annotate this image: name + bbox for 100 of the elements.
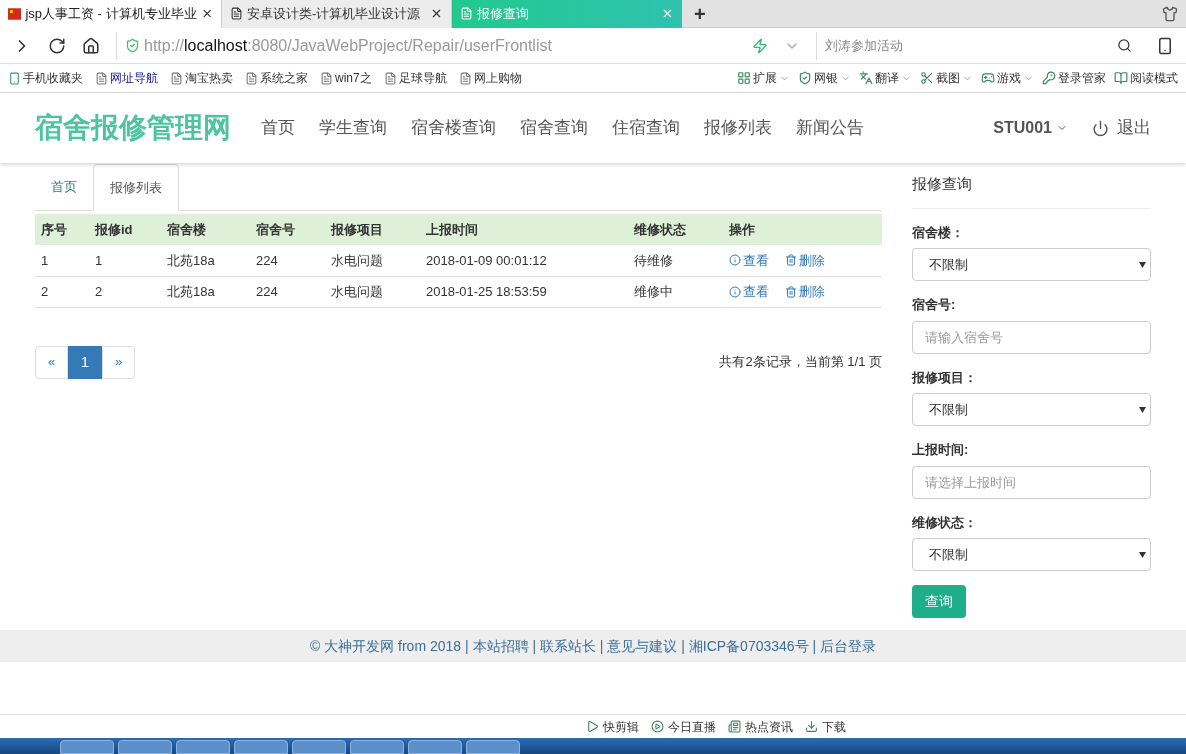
taskbar-button[interactable] (234, 740, 288, 754)
bookmark[interactable]: 手机收藏夹 (8, 69, 83, 87)
caret-icon (1139, 551, 1146, 558)
status-item[interactable]: 今日直播 (651, 717, 716, 736)
search-icon[interactable] (1117, 38, 1132, 53)
taskbar-button[interactable] (118, 740, 172, 754)
next-page-link[interactable]: » (102, 345, 135, 379)
nav-link[interactable]: 报修列表 (692, 115, 784, 141)
table-cell: 北苑18a (161, 245, 250, 276)
select-field[interactable]: 不限制 (912, 248, 1151, 281)
taskbar-button[interactable] (466, 740, 520, 754)
bookmark[interactable]: 网上购物 (458, 69, 522, 87)
column-header: 维修状态 (628, 214, 723, 245)
status-icon (651, 720, 664, 733)
close-icon[interactable] (200, 7, 213, 20)
address-field[interactable]: http://localhost:8080/JavaWebProject/Repair/userFrontlist (116, 31, 736, 60)
nav-link[interactable]: 新闻公告 (784, 115, 876, 141)
status-icon (586, 720, 599, 733)
taskbar-button[interactable] (408, 740, 462, 754)
status-item[interactable]: 下载 (805, 717, 846, 736)
table-cell: 1 (35, 245, 89, 276)
delete-link[interactable]: 删除 (785, 281, 825, 302)
logout-button[interactable]: 退出 (1092, 115, 1151, 141)
user-menu[interactable]: STU001 (993, 116, 1068, 140)
page-icon (460, 7, 473, 20)
search-field[interactable]: 刘涛参加活动 (816, 31, 1140, 60)
view-link[interactable]: 查看 (729, 281, 769, 302)
tool-icon (798, 71, 812, 85)
taskbar-button[interactable] (350, 740, 404, 754)
toolbar-item[interactable]: 扩展 (737, 69, 790, 87)
status-item[interactable]: 热点资讯 (728, 717, 793, 736)
delete-link[interactable]: 删除 (785, 250, 825, 270)
table-cell: 224 (250, 276, 325, 307)
info-icon (729, 285, 741, 298)
page-icon (458, 71, 472, 85)
status-item[interactable]: 快剪辑 (586, 717, 639, 736)
toolbar-item[interactable]: 网银 (798, 69, 851, 87)
browser-tab[interactable]: 安卓设计类-计算机毕业设计源 (222, 0, 452, 28)
select-field[interactable]: 不限制 (912, 393, 1151, 426)
page-icon (230, 7, 243, 20)
trash-icon (785, 254, 797, 267)
phone-icon[interactable] (1156, 36, 1174, 55)
panel-title: 报修查询 (912, 165, 1151, 209)
nav-link[interactable]: 住宿查询 (600, 115, 692, 141)
caret-icon (1139, 261, 1146, 268)
info-icon (729, 254, 741, 267)
table-cell: 2 (89, 276, 161, 307)
tool-icon (920, 71, 934, 85)
bookmark[interactable]: 足球导航 (383, 69, 447, 87)
close-icon[interactable] (430, 7, 443, 20)
taskbar-button[interactable] (176, 740, 230, 754)
input-field[interactable]: 请选择上报时间 (912, 465, 1151, 499)
taskbar-button[interactable] (292, 740, 346, 754)
home-icon[interactable] (82, 36, 100, 55)
tool-icon (737, 71, 751, 85)
taskbar-button[interactable] (60, 740, 114, 754)
page-icon (245, 71, 258, 85)
nav-link[interactable]: 首页 (249, 115, 307, 141)
nav-link[interactable]: 宿舍楼查询 (399, 115, 508, 141)
page-tab[interactable]: 报修列表 (93, 164, 179, 211)
page-tab[interactable]: 首页 (35, 164, 93, 210)
toolbar-item[interactable]: 游戏 (981, 69, 1034, 87)
nav-link[interactable]: 学生查询 (307, 115, 399, 141)
column-header: 宿舍楼 (161, 214, 250, 245)
reload-icon[interactable] (48, 36, 66, 55)
select-field[interactable]: 不限制 (912, 538, 1151, 571)
new-tab-button[interactable]: + (694, 3, 706, 24)
record-summary: 共有2条记录，当前第 1/1 页 (719, 353, 882, 372)
toolbar-item[interactable]: 阅读模式 (1114, 69, 1178, 87)
page-icon (170, 71, 183, 85)
toolbar-item[interactable]: 截图 (920, 69, 973, 87)
bookmark[interactable]: win7之 (320, 69, 372, 87)
nav-link[interactable]: 宿舍查询 (508, 115, 600, 141)
flag-icon (8, 7, 22, 20)
page-link[interactable]: 1 (68, 345, 102, 379)
table-cell: 2 (35, 276, 89, 307)
field-label: 宿舍楼： (912, 223, 965, 242)
column-header: 报修id (89, 214, 161, 245)
page-icon (320, 71, 333, 85)
bookmark[interactable]: 系统之家 (245, 69, 308, 87)
column-header: 报修项目 (325, 214, 420, 245)
input-field[interactable]: 请输入宿舍号 (912, 320, 1151, 354)
toolbar-item[interactable]: 登录管家 (1042, 69, 1106, 87)
trash-icon (785, 285, 797, 298)
tab-title: 安卓设计类-计算机毕业设计源 (247, 4, 421, 23)
column-header: 上报时间 (420, 214, 628, 245)
table-cell: 2018-01-25 18:53:59 (420, 276, 628, 307)
table-cell: 2018-01-09 00:01:12 (420, 245, 628, 276)
browser-tab[interactable]: jsp人事工资 - 计算机专业毕业 (0, 0, 222, 28)
bookmark[interactable]: 网址导航 (95, 69, 158, 87)
field-label: 报修项目： (912, 368, 978, 387)
column-header: 操作 (723, 214, 882, 245)
phone-icon (8, 71, 21, 85)
bookmark[interactable]: 淘宝热卖 (170, 69, 233, 87)
shield-icon (125, 38, 140, 53)
table-cell: 水电问题 (325, 276, 420, 307)
toolbar-item[interactable]: 翻译 (859, 69, 912, 87)
table-cell: 维修中 (628, 276, 723, 307)
view-link[interactable]: 查看 (729, 250, 769, 270)
lightning-icon[interactable] (752, 37, 768, 54)
